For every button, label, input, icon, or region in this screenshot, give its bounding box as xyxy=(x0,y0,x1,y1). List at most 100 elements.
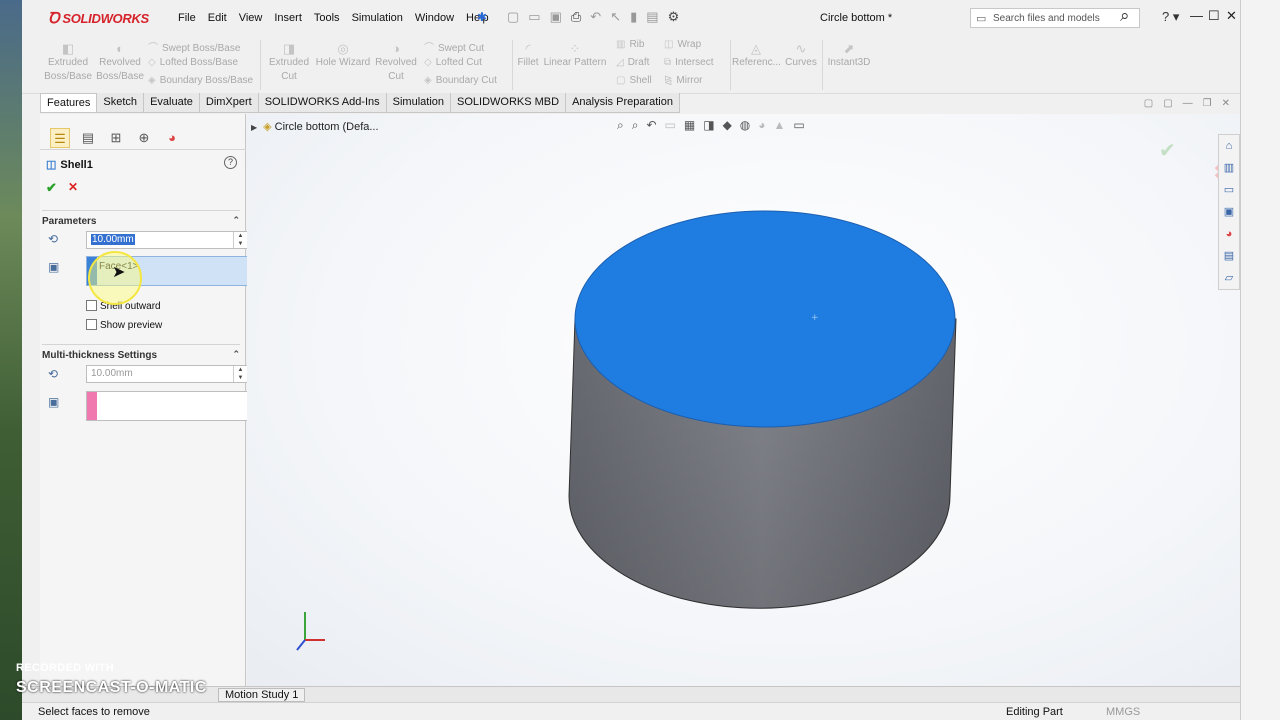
tab-analysis-preparation[interactable]: Analysis Preparation xyxy=(566,93,680,112)
dimxpert-tab-icon[interactable]: ⊕ xyxy=(134,128,154,148)
display-manager-tab-icon[interactable]: ◕ xyxy=(162,128,182,148)
feature-tree-tab-icon[interactable]: ▤ xyxy=(78,128,98,148)
multi-thickness-faces-list[interactable] xyxy=(86,391,248,421)
file-explorer-icon[interactable]: ▣ xyxy=(1219,201,1239,223)
minimize-icon[interactable]: — xyxy=(1190,8,1203,23)
cancel-button[interactable]: ✕ xyxy=(68,180,78,194)
save-icon[interactable]: ▣ xyxy=(550,9,562,25)
file-properties-icon[interactable]: ▤ xyxy=(646,9,658,25)
solidworks-logo[interactable]: Ꝺ SOLIDWORKS xyxy=(48,8,149,28)
boundary-cut-button[interactable]: ◈ Boundary Cut xyxy=(424,75,497,86)
open-icon[interactable]: ▭ xyxy=(528,9,540,25)
extruded-cut-button[interactable]: ◨ Extruded Cut xyxy=(266,42,312,84)
menu-insert[interactable]: Insert xyxy=(268,12,308,24)
doc-minimize-icon[interactable]: — xyxy=(1183,98,1193,109)
lofted-cut-icon: ◇ xyxy=(424,57,432,68)
maximize-icon[interactable]: ☐ xyxy=(1208,8,1220,24)
show-preview-checkbox[interactable]: Show preview xyxy=(86,319,162,331)
lofted-cut-button[interactable]: ◇ Lofted Cut xyxy=(424,57,482,68)
print-icon[interactable]: ⎙ xyxy=(571,9,581,25)
spin-arrows-icon[interactable]: ▲ ▼ xyxy=(233,366,247,382)
tab-mbd[interactable]: SOLIDWORKS MBD xyxy=(451,93,567,112)
lofted-boss-icon: ◇ xyxy=(148,57,156,68)
ok-button[interactable]: ✔ xyxy=(46,180,57,196)
tab-sketch[interactable]: Sketch xyxy=(97,93,145,112)
extruded-boss-icon: ◧ xyxy=(61,41,75,56)
options-gear-icon[interactable]: ⚙ xyxy=(668,9,680,25)
undo-icon[interactable]: ↶ xyxy=(590,9,601,25)
boundary-cut-icon: ◈ xyxy=(424,75,432,86)
close-icon[interactable]: ✕ xyxy=(1226,8,1237,24)
tab-addins[interactable]: SOLIDWORKS Add-Ins xyxy=(259,93,387,112)
parameters-group-header[interactable]: Parameters ⌃ xyxy=(42,210,240,227)
fillet-button[interactable]: ◜ Fillet xyxy=(516,42,540,70)
menu-bar: File Edit View Insert Tools Simulation W… xyxy=(172,12,495,24)
swept-boss-button[interactable]: ⌒ Swept Boss/Base xyxy=(148,39,240,54)
tab-motion-study[interactable]: Motion Study 1 xyxy=(218,688,306,702)
lofted-boss-button[interactable]: ◇ Lofted Boss/Base xyxy=(148,57,238,68)
shell-button[interactable]: ▢ Shell xyxy=(616,75,652,86)
home-icon[interactable]: ⌂ xyxy=(1219,135,1239,157)
thickness-input[interactable]: 10.00mm ▲ ▼ xyxy=(86,231,248,249)
reference-geometry-button[interactable]: ◬ Referenc... xyxy=(732,41,781,70)
rib-button[interactable]: ▥ Rib xyxy=(616,39,644,50)
cylinder-top-face[interactable] xyxy=(574,210,956,428)
doc-close-icon[interactable]: ✕ xyxy=(1222,98,1230,109)
tile-icon[interactable]: ▢ xyxy=(1144,98,1153,109)
hole-wizard-button[interactable]: ◎ Hole Wizard xyxy=(314,42,372,70)
wrap-button[interactable]: ◫ Wrap xyxy=(664,39,701,50)
revolved-cut-button[interactable]: ◑ Revolved Cut xyxy=(374,42,418,84)
menu-file[interactable]: File xyxy=(172,12,202,24)
help-button[interactable]: ? xyxy=(224,156,237,169)
mirror-button[interactable]: ⧎ Mirror xyxy=(664,75,703,86)
menu-simulation[interactable]: Simulation xyxy=(346,12,409,24)
reference-geometry-icon: ◬ xyxy=(751,41,761,56)
tab-features[interactable]: Features xyxy=(40,93,98,112)
axis-triad-icon xyxy=(296,612,325,651)
boundary-boss-button[interactable]: ◈ Boundary Boss/Base xyxy=(148,75,253,86)
restore-icon[interactable]: ▢ xyxy=(1163,98,1172,109)
draft-button[interactable]: ◿ Draft xyxy=(616,57,649,68)
appearances-icon[interactable]: ◕ xyxy=(1219,223,1239,245)
menu-tools[interactable]: Tools xyxy=(308,12,346,24)
swept-cut-icon: ⌒ xyxy=(424,43,434,54)
multi-thickness-group-header[interactable]: Multi-thickness Settings ⌃ xyxy=(42,344,240,361)
custom-properties-icon[interactable]: ▤ xyxy=(1219,245,1239,267)
curves-button[interactable]: ∿ Curves xyxy=(782,42,820,70)
menu-edit[interactable]: Edit xyxy=(202,12,233,24)
recording-watermark: RECORDED WITH SCREENCAST-O-MATIC xyxy=(16,662,207,696)
revolved-boss-button[interactable]: ◐ Revolved Boss/Base xyxy=(96,42,144,84)
revolved-cut-icon: ◑ xyxy=(392,41,400,56)
search-input[interactable]: ▭ Search files and models xyxy=(970,8,1140,28)
help-icon[interactable]: ? ▾ xyxy=(1162,9,1179,25)
new-document-icon[interactable]: ▢ xyxy=(507,9,519,25)
status-units[interactable]: MMGS xyxy=(1106,706,1140,718)
tab-evaluate[interactable]: Evaluate xyxy=(144,93,200,112)
swept-cut-button[interactable]: ⌒ Swept Cut xyxy=(424,39,484,54)
select-icon[interactable]: ↖ xyxy=(610,9,621,25)
cylinder-model[interactable]: + xyxy=(247,114,1237,686)
folder-icon: ▭ xyxy=(976,13,987,25)
intersect-button[interactable]: ⧉ Intersect xyxy=(664,57,714,68)
menu-view[interactable]: View xyxy=(233,12,269,24)
spin-arrows-icon[interactable]: ▲ ▼ xyxy=(233,232,247,248)
tab-dimxpert[interactable]: DimXpert xyxy=(200,93,259,112)
design-library-icon[interactable]: ▭ xyxy=(1219,179,1239,201)
instant3d-button[interactable]: ⬈ Instant3D xyxy=(824,42,874,70)
rebuild-icon[interactable]: ▮ xyxy=(630,9,637,25)
pin-icon[interactable]: ✱ xyxy=(477,10,487,24)
tab-simulation[interactable]: Simulation xyxy=(387,93,452,112)
forum-icon[interactable]: ▱ xyxy=(1219,267,1239,289)
status-bar: Select faces to remove Editing Part MMGS xyxy=(22,702,1240,720)
property-manager-tab-icon[interactable]: ☰ xyxy=(50,128,70,148)
menu-window[interactable]: Window xyxy=(409,12,460,24)
multi-thickness-input[interactable]: 10.00mm ▲ ▼ xyxy=(86,365,248,383)
doc-maximize-icon[interactable]: ❐ xyxy=(1203,98,1212,109)
graphics-area[interactable]: ▶ ◈ Circle bottom (Defa... ⌕ ⌕ ↶ ▭ ▦ ◨ ◆ ◍… xyxy=(247,114,1240,686)
search-icon[interactable]: ⌕ xyxy=(1120,6,1130,26)
linear-pattern-button[interactable]: ⁘ Linear Pattern xyxy=(542,42,608,70)
extruded-boss-button[interactable]: ◧ Extruded Boss/Base xyxy=(44,42,92,84)
resources-icon[interactable]: ▥ xyxy=(1219,157,1239,179)
configuration-tab-icon[interactable]: ⊞ xyxy=(106,128,126,148)
swept-boss-icon: ⌒ xyxy=(148,43,158,54)
